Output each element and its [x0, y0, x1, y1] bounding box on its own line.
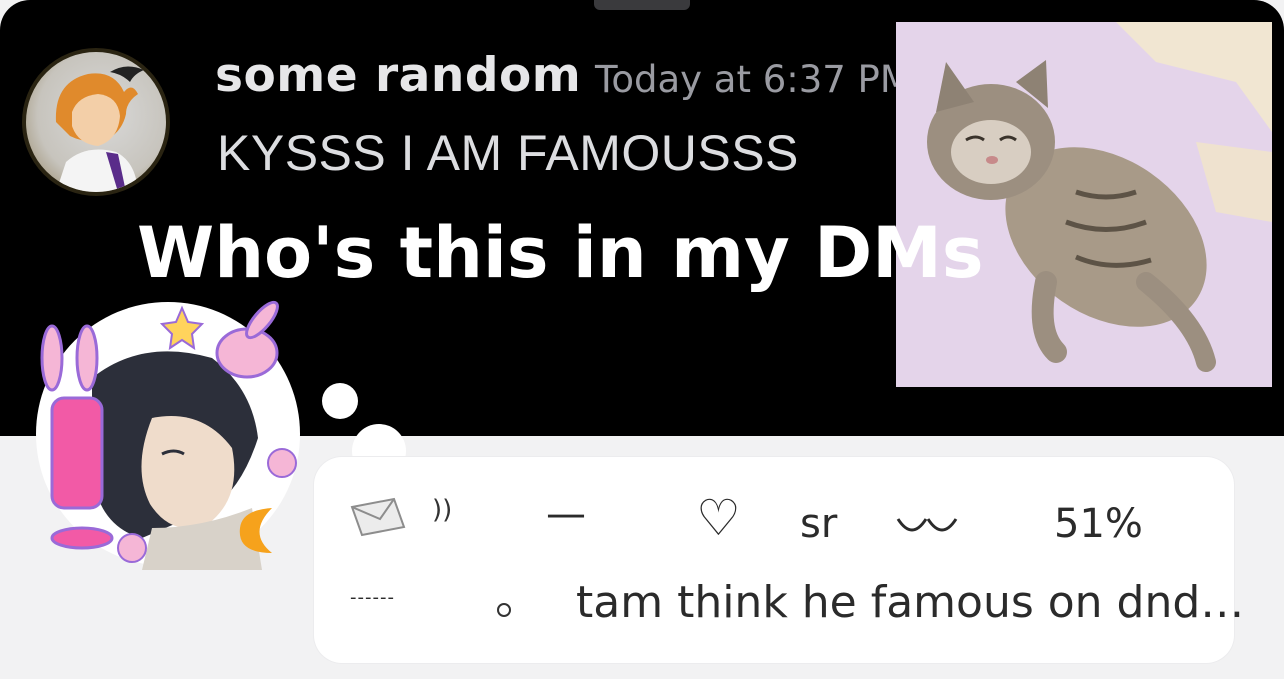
flower-icon-2 — [267, 448, 297, 478]
dash-text: — — [546, 491, 586, 537]
circle-icon — [497, 603, 511, 617]
waves-text: )) — [432, 495, 453, 525]
custom-status-card[interactable]: )) — ♡ sr 51% ------ tam think he famous… — [314, 457, 1244, 663]
username[interactable]: some random — [215, 48, 581, 103]
eyes-icon — [896, 517, 960, 546]
screen: some random Today at 6:37 PM KYSSS I AM … — [0, 0, 1284, 679]
author-avatar[interactable] — [22, 48, 170, 196]
profile-avatar[interactable] — [32, 298, 304, 570]
caption-text: Who's this in my DMs — [137, 212, 984, 294]
message-text: KYSSS I AM FAMOUSSS — [217, 125, 799, 181]
thought-bubble-dot-small — [322, 383, 358, 419]
kitten-photo[interactable] — [896, 22, 1272, 387]
avatar-art — [55, 66, 144, 192]
dotted-line: ------ — [350, 587, 395, 608]
envelope-icon — [350, 497, 406, 542]
status-text: tam think he famous on dnd… — [576, 577, 1245, 628]
bunny-icon — [215, 300, 279, 379]
heart-icon: ♡ — [696, 489, 741, 547]
battery-percent: 51% — [1054, 501, 1143, 547]
flower-icon — [117, 533, 147, 563]
sr-text: sr — [800, 501, 838, 547]
profile-avatar-art — [36, 300, 300, 570]
message-timestamp: Today at 6:37 PM — [595, 58, 912, 101]
drag-handle[interactable] — [594, 0, 690, 10]
kitten-image — [896, 22, 1272, 387]
